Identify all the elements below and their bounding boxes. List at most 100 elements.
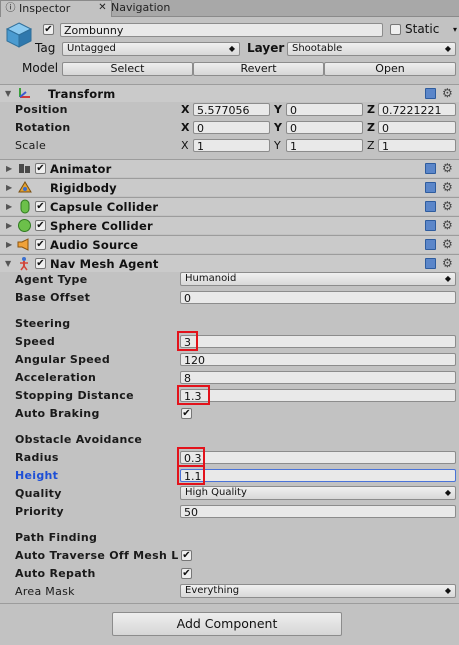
rotation-z-label: Z bbox=[367, 121, 375, 134]
area-mask-dropdown-arrow-icon: ◆ bbox=[444, 586, 451, 595]
gear-icon[interactable]: ⚙ bbox=[442, 238, 453, 250]
gear-icon[interactable]: ⚙ bbox=[442, 200, 453, 212]
capsule-collider-title: Capsule Collider bbox=[50, 200, 159, 214]
add-component-button[interactable]: Add Component bbox=[112, 612, 342, 636]
foldout-closed-icon[interactable]: ▶ bbox=[6, 202, 12, 211]
acceleration-field[interactable]: 8 bbox=[180, 371, 456, 384]
gear-icon[interactable]: ⚙ bbox=[442, 257, 453, 269]
name-field[interactable]: Zombunny bbox=[60, 23, 383, 37]
animator-header[interactable]: ▶ ✔ Animator ⚙ bbox=[0, 159, 459, 177]
help-icon[interactable] bbox=[425, 220, 436, 231]
tab-navigation-label: Navigation bbox=[111, 1, 171, 14]
tag-dropdown[interactable]: Untagged ◆ bbox=[62, 42, 240, 56]
revert-button[interactable]: Revert bbox=[193, 62, 324, 76]
agent-type-dropdown[interactable]: Humanoid ◆ bbox=[180, 272, 456, 286]
priority-field[interactable]: 50 bbox=[180, 505, 456, 518]
rotation-y-field[interactable]: 0 bbox=[286, 121, 363, 134]
capsule-collider-enabled-checkbox[interactable]: ✔ bbox=[35, 201, 46, 212]
path-finding-header: Path Finding bbox=[15, 531, 98, 544]
foldout-closed-icon[interactable]: ▶ bbox=[6, 164, 12, 173]
priority-label: Priority bbox=[15, 505, 64, 518]
animator-icon bbox=[18, 162, 31, 174]
speed-field[interactable]: 3 bbox=[180, 335, 456, 348]
info-icon: ⓘ bbox=[5, 3, 16, 14]
foldout-open-icon[interactable]: ▼ bbox=[5, 89, 11, 98]
audio-source-header[interactable]: ▶ ✔ Audio Source ⚙ bbox=[0, 235, 459, 253]
layer-dropdown[interactable]: Shootable ◆ bbox=[287, 42, 456, 56]
help-icon[interactable] bbox=[425, 182, 436, 193]
rotation-z-field[interactable]: 0 bbox=[378, 121, 456, 134]
quality-dropdown-arrow-icon: ◆ bbox=[444, 488, 451, 497]
position-y-field[interactable]: 0 bbox=[286, 103, 363, 116]
scale-x-field[interactable]: 1 bbox=[193, 139, 270, 152]
foldout-open-icon[interactable]: ▼ bbox=[5, 259, 11, 268]
agent-type-dropdown-arrow-icon: ◆ bbox=[444, 274, 451, 283]
stopping-distance-field[interactable]: 1.3 bbox=[180, 389, 456, 402]
transform-title: Transform bbox=[48, 87, 116, 101]
open-button[interactable]: Open bbox=[324, 62, 456, 76]
foldout-closed-icon[interactable]: ▶ bbox=[6, 221, 12, 230]
audio-source-title: Audio Source bbox=[50, 238, 139, 252]
scale-z-field[interactable]: 1 bbox=[378, 139, 456, 152]
model-label: Model bbox=[22, 61, 59, 75]
static-checkbox[interactable] bbox=[390, 24, 401, 35]
select-button[interactable]: Select bbox=[62, 62, 193, 76]
auto-braking-checkbox[interactable]: ✔ bbox=[181, 408, 192, 419]
sphere-collider-enabled-checkbox[interactable]: ✔ bbox=[35, 220, 46, 231]
rotation-x-field[interactable]: 0 bbox=[193, 121, 270, 134]
foldout-closed-icon[interactable]: ▶ bbox=[6, 183, 12, 192]
radius-label: Radius bbox=[15, 451, 59, 464]
help-icon[interactable] bbox=[425, 239, 436, 250]
capsule-collider-icon bbox=[19, 199, 31, 217]
rigidbody-header[interactable]: ▶ Rigidbody ⚙ bbox=[0, 178, 459, 196]
auto-traverse-checkbox[interactable]: ✔ bbox=[181, 550, 192, 561]
gear-icon[interactable]: ⚙ bbox=[442, 162, 453, 174]
active-checkbox[interactable]: ✔ bbox=[43, 24, 54, 35]
help-icon[interactable] bbox=[425, 88, 436, 99]
height-field[interactable]: 1.1 bbox=[180, 469, 456, 482]
agent-type-label: Agent Type bbox=[15, 273, 88, 286]
layer-label: Layer bbox=[247, 41, 285, 55]
base-offset-label: Base Offset bbox=[15, 291, 91, 304]
animator-enabled-checkbox[interactable]: ✔ bbox=[35, 163, 46, 174]
area-mask-dropdown[interactable]: Everything ◆ bbox=[180, 584, 456, 598]
area-mask-value: Everything bbox=[185, 585, 240, 596]
radius-field[interactable]: 0.3 bbox=[180, 451, 456, 464]
position-x-label: X bbox=[181, 103, 190, 116]
steering-header: Steering bbox=[15, 317, 71, 330]
nav-mesh-agent-enabled-checkbox[interactable]: ✔ bbox=[35, 258, 46, 269]
divider bbox=[0, 603, 459, 604]
sphere-collider-title: Sphere Collider bbox=[50, 219, 153, 233]
transform-header[interactable]: ▼ Transform ⚙ bbox=[0, 84, 459, 102]
sphere-collider-header[interactable]: ▶ ✔ Sphere Collider ⚙ bbox=[0, 216, 459, 234]
gear-icon[interactable]: ⚙ bbox=[442, 219, 453, 231]
tab-navigation[interactable]: ✕ Navigation bbox=[93, 0, 221, 16]
foldout-closed-icon[interactable]: ▶ bbox=[6, 240, 12, 249]
audio-source-enabled-checkbox[interactable]: ✔ bbox=[35, 239, 46, 250]
static-label: Static bbox=[405, 22, 440, 36]
help-icon[interactable] bbox=[425, 163, 436, 174]
help-icon[interactable] bbox=[425, 258, 436, 269]
angular-speed-field[interactable]: 120 bbox=[180, 353, 456, 366]
scale-x-label: X bbox=[181, 139, 189, 152]
gear-icon[interactable]: ⚙ bbox=[442, 87, 453, 99]
base-offset-field[interactable]: 0 bbox=[180, 291, 456, 304]
gear-icon[interactable]: ⚙ bbox=[442, 181, 453, 193]
rotation-x-label: X bbox=[181, 121, 190, 134]
rigidbody-title: Rigidbody bbox=[50, 181, 117, 195]
static-dropdown-arrow-icon[interactable]: ▾ bbox=[453, 25, 457, 34]
auto-repath-checkbox[interactable]: ✔ bbox=[181, 568, 192, 579]
stopping-distance-highlight bbox=[177, 385, 210, 405]
height-highlight bbox=[177, 465, 205, 485]
rotation-label: Rotation bbox=[15, 121, 71, 134]
position-x-field[interactable]: 5.577056 bbox=[193, 103, 270, 116]
tag-value: Untagged bbox=[67, 43, 116, 54]
nav-mesh-agent-header[interactable]: ▼ ✔ Nav Mesh Agent ⚙ bbox=[0, 254, 459, 272]
tab-inspector-label: Inspector bbox=[19, 2, 71, 15]
help-icon[interactable] bbox=[425, 201, 436, 212]
capsule-collider-header[interactable]: ▶ ✔ Capsule Collider ⚙ bbox=[0, 197, 459, 215]
scale-y-field[interactable]: 1 bbox=[286, 139, 363, 152]
quality-dropdown[interactable]: High Quality ◆ bbox=[180, 486, 456, 500]
position-z-field[interactable]: 0.7221221 bbox=[378, 103, 456, 116]
area-mask-label: Area Mask bbox=[15, 585, 75, 598]
